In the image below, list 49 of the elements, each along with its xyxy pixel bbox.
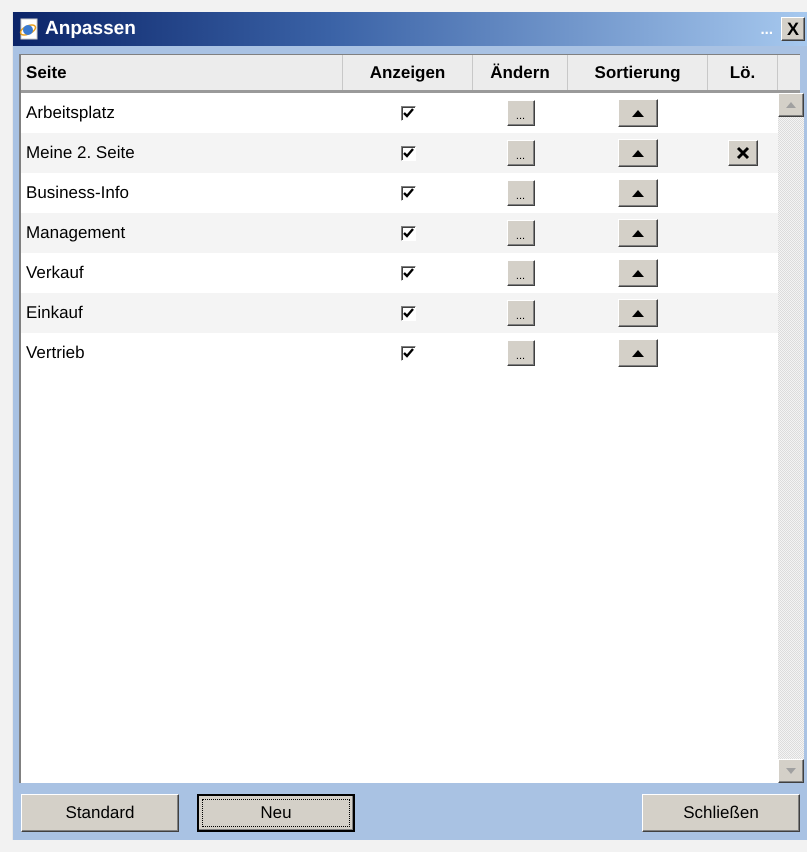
- page-name: Management: [25, 223, 126, 243]
- up-arrow-icon: [632, 190, 644, 196]
- up-arrow-icon: [632, 350, 644, 356]
- page-name: Meine 2. Seite: [25, 143, 136, 163]
- edit-button[interactable]: ...: [506, 140, 534, 166]
- page-name: Business-Info: [25, 183, 130, 203]
- move-up-button[interactable]: [618, 179, 658, 207]
- scrollbar[interactable]: [778, 93, 804, 783]
- up-arrow-icon: [632, 110, 644, 116]
- page-name: Vertrieb: [25, 343, 86, 363]
- scroll-up-button[interactable]: [778, 93, 804, 117]
- move-up-button[interactable]: [618, 299, 658, 327]
- close-icon: [736, 146, 750, 160]
- edit-button[interactable]: ...: [506, 260, 534, 286]
- scroll-down-button[interactable]: [778, 759, 804, 783]
- move-up-button[interactable]: [618, 99, 658, 127]
- up-arrow-icon: [786, 102, 796, 108]
- move-up-button[interactable]: [618, 259, 658, 287]
- show-checkbox[interactable]: [400, 226, 416, 240]
- dialog-button[interactable]: Standard: [21, 794, 179, 832]
- edit-button[interactable]: ...: [506, 180, 534, 206]
- column-header: Ändern: [473, 55, 568, 90]
- column-header: Anzeigen: [343, 55, 473, 90]
- column-header: Sortierung: [568, 55, 708, 90]
- move-up-button[interactable]: [618, 219, 658, 247]
- column-header: Seite: [21, 55, 343, 90]
- up-arrow-icon: [632, 310, 644, 316]
- browser-icon: [17, 18, 39, 40]
- edit-button[interactable]: ...: [506, 220, 534, 246]
- column-header: Lö.: [708, 55, 778, 90]
- edit-button[interactable]: ...: [506, 100, 534, 126]
- edit-button[interactable]: ...: [506, 300, 534, 326]
- up-arrow-icon: [632, 270, 644, 276]
- show-checkbox[interactable]: [400, 146, 416, 160]
- move-up-button[interactable]: [618, 339, 658, 367]
- up-arrow-icon: [632, 230, 644, 236]
- dialog-button[interactable]: Neu: [197, 794, 355, 832]
- close-button[interactable]: X: [781, 17, 805, 41]
- move-up-button[interactable]: [618, 139, 658, 167]
- edit-button[interactable]: ...: [506, 340, 534, 366]
- page-name: Einkauf: [25, 303, 84, 323]
- down-arrow-icon: [786, 768, 796, 774]
- up-arrow-icon: [632, 150, 644, 156]
- page-name: Arbeitsplatz: [25, 103, 116, 123]
- show-checkbox[interactable]: [400, 306, 416, 320]
- delete-button[interactable]: [728, 140, 758, 166]
- dialog-button[interactable]: Schließen: [642, 794, 800, 832]
- window-title: Anpassen: [45, 18, 137, 40]
- page-name: Verkauf: [25, 263, 85, 283]
